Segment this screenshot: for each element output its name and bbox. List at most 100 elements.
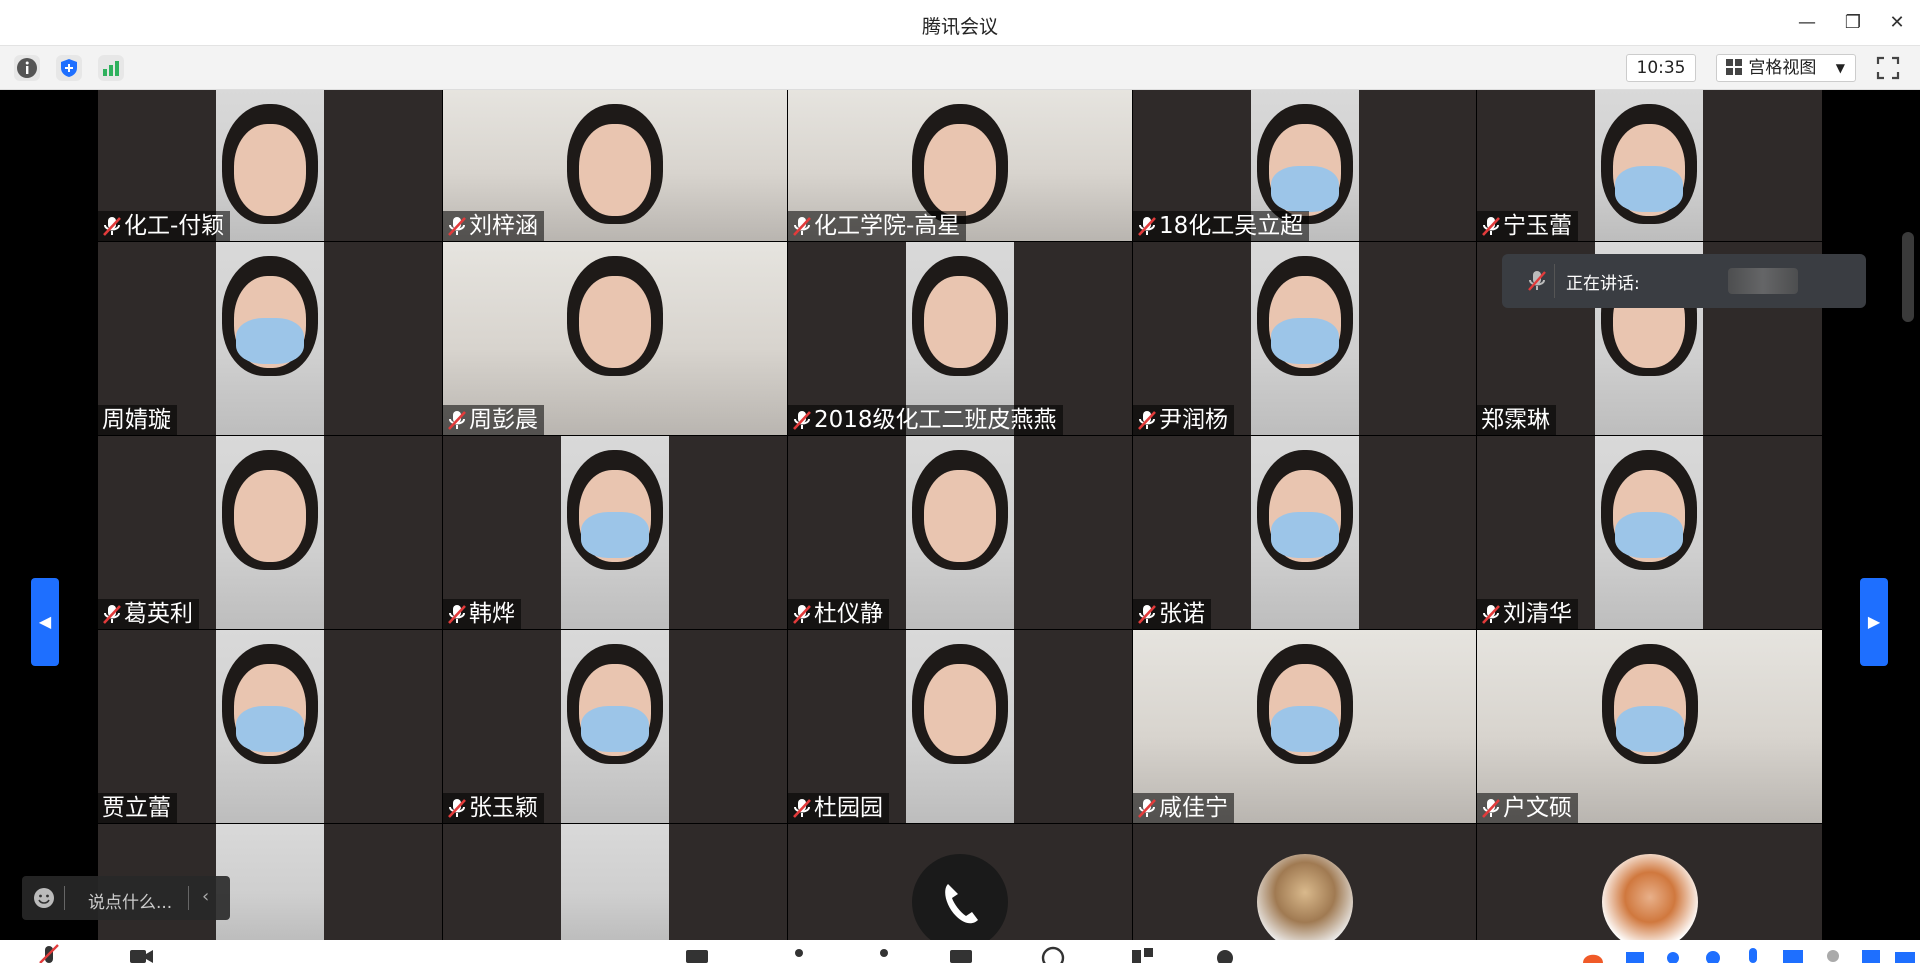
ime-toolbar-icons[interactable] bbox=[1892, 944, 1918, 963]
participant-tile[interactable]: 刘梓涵 bbox=[443, 90, 787, 241]
participant-tile[interactable]: 周彭晨 bbox=[443, 242, 787, 435]
chat-input-box[interactable]: 说点什么... ‹ bbox=[22, 876, 230, 920]
participant-tile[interactable]: 杜园园 bbox=[788, 630, 1132, 823]
prev-page-button[interactable]: ◀ bbox=[31, 578, 59, 666]
emoji-icon[interactable] bbox=[32, 886, 56, 910]
grid-view-icon bbox=[1726, 59, 1742, 75]
mic-icon[interactable] bbox=[36, 944, 62, 963]
participant-name-bar: 贾立蕾 bbox=[98, 793, 177, 823]
face-silhouette bbox=[924, 470, 996, 562]
participant-name-bar: 杜园园 bbox=[788, 793, 889, 823]
participant-tile[interactable]: 宁玉蕾 bbox=[1477, 90, 1822, 241]
participant-video bbox=[216, 436, 324, 629]
face-mask bbox=[1615, 512, 1683, 558]
participant-tile[interactable]: 杜仪静 bbox=[788, 436, 1132, 629]
mic-muted-icon bbox=[793, 605, 811, 624]
members-icon[interactable] bbox=[786, 944, 812, 963]
speaking-avatars bbox=[1728, 268, 1798, 294]
invite-icon[interactable] bbox=[872, 944, 898, 963]
participant-tile[interactable]: 贾立蕾 bbox=[98, 630, 442, 823]
settings-icon[interactable] bbox=[1212, 944, 1238, 963]
participant-name: 刘梓涵 bbox=[469, 213, 538, 239]
participant-name: 2018级化工二班皮燕燕 bbox=[814, 407, 1057, 433]
participant-name: 刘清华 bbox=[1503, 601, 1572, 627]
participant-video bbox=[1595, 90, 1703, 241]
ime-toolbar-icons[interactable] bbox=[1622, 944, 1648, 963]
apps-icon[interactable] bbox=[1130, 944, 1156, 963]
avatar bbox=[1256, 854, 1353, 940]
participant-tile[interactable]: 户文硕 bbox=[1477, 630, 1822, 823]
ime-toolbar-icons[interactable] bbox=[1780, 944, 1806, 963]
participant-tile[interactable]: 咸佳宁 bbox=[1133, 630, 1476, 823]
face-silhouette bbox=[924, 664, 996, 756]
mic-muted-icon bbox=[793, 411, 811, 430]
mic-muted-icon bbox=[793, 799, 811, 818]
participant-name-bar: 周彭晨 bbox=[443, 405, 544, 435]
participant-tile[interactable]: 尹润杨 bbox=[1133, 242, 1476, 435]
participant-name-bar: 尹润杨 bbox=[1133, 405, 1234, 435]
participant-name-bar: 葛英利 bbox=[98, 599, 199, 629]
minimize-button[interactable]: — bbox=[1792, 10, 1822, 36]
ime-toolbar-icons[interactable] bbox=[1820, 944, 1846, 963]
phone-icon bbox=[912, 854, 1008, 940]
mic-muted-icon bbox=[448, 605, 466, 624]
fullscreen-icon[interactable] bbox=[1876, 56, 1900, 80]
collapse-chat-icon[interactable]: ‹ bbox=[202, 886, 209, 907]
participant-tile[interactable]: 2018级化工二班皮燕燕 bbox=[788, 242, 1132, 435]
share-screen-icon[interactable] bbox=[684, 944, 710, 963]
restore-button[interactable]: ❐ bbox=[1838, 10, 1868, 36]
participant-tile[interactable]: 葛英利 bbox=[98, 436, 442, 629]
participant-video bbox=[216, 242, 324, 435]
participant-tile[interactable]: 18化工吴立超 bbox=[1133, 90, 1476, 241]
participant-name-bar: 2018级化工二班皮燕燕 bbox=[788, 405, 1063, 435]
signal-icon[interactable] bbox=[98, 55, 124, 81]
participant-tile[interactable] bbox=[788, 824, 1132, 940]
face-mask bbox=[1270, 706, 1339, 752]
participant-video bbox=[561, 436, 669, 629]
mic-muted-icon bbox=[1482, 799, 1500, 818]
face-mask bbox=[236, 318, 304, 364]
participant-tile[interactable]: 韩烨 bbox=[443, 436, 787, 629]
participant-name-bar: 18化工吴立超 bbox=[1133, 211, 1310, 241]
participant-tile[interactable] bbox=[1133, 824, 1476, 940]
info-icon[interactable] bbox=[14, 55, 40, 81]
camera-icon[interactable] bbox=[128, 944, 154, 963]
participant-tile[interactable] bbox=[443, 824, 787, 940]
face-mask bbox=[581, 512, 649, 558]
ime-toolbar-icons[interactable] bbox=[1700, 944, 1726, 963]
view-switch-button[interactable]: 宫格视图 ▼ bbox=[1716, 54, 1856, 82]
participant-tile[interactable]: 化工学院-高星 bbox=[788, 90, 1132, 241]
ime-toolbar-icons[interactable] bbox=[1740, 944, 1766, 963]
participant-name-bar: 杜仪静 bbox=[788, 599, 889, 629]
participant-name: 咸佳宁 bbox=[1159, 795, 1228, 821]
participant-name-bar: 刘梓涵 bbox=[443, 211, 544, 241]
participant-grid: 化工-付颖 刘梓涵 化工学院-高星 18化工吴立超 宁玉蕾周婧璇 周彭晨 2018级化工二班… bbox=[98, 90, 1822, 940]
participant-tile[interactable]: 刘清华 bbox=[1477, 436, 1822, 629]
participant-tile[interactable] bbox=[1477, 824, 1822, 940]
face-silhouette bbox=[234, 124, 306, 216]
next-page-button[interactable]: ▶ bbox=[1860, 578, 1888, 666]
participant-tile[interactable]: 化工-付颖 bbox=[98, 90, 442, 241]
mic-muted-icon bbox=[1138, 605, 1156, 624]
chat-icon[interactable] bbox=[948, 944, 974, 963]
participant-name: 化工学院-高星 bbox=[814, 213, 961, 239]
scroll-indicator[interactable] bbox=[1902, 232, 1914, 322]
face-mask bbox=[1271, 512, 1339, 558]
close-button[interactable]: ✕ bbox=[1882, 10, 1912, 36]
face-mask bbox=[1271, 166, 1339, 212]
participant-tile[interactable]: 张玉颖 bbox=[443, 630, 787, 823]
shield-icon[interactable] bbox=[56, 55, 82, 81]
record-icon[interactable] bbox=[1040, 944, 1066, 963]
mic-muted-icon bbox=[1482, 217, 1500, 236]
mic-muted-icon bbox=[448, 217, 466, 236]
participant-name: 周彭晨 bbox=[469, 407, 538, 433]
ime-toolbar-icons[interactable] bbox=[1660, 944, 1686, 963]
participant-name: 杜仪静 bbox=[814, 601, 883, 627]
participant-name-bar: 韩烨 bbox=[443, 599, 521, 629]
participant-video bbox=[561, 824, 669, 940]
participant-tile[interactable]: 周婧璇 bbox=[98, 242, 442, 435]
mic-muted-icon bbox=[1138, 411, 1156, 430]
face-silhouette bbox=[234, 470, 306, 562]
ime-toolbar-icons[interactable] bbox=[1858, 944, 1884, 963]
participant-tile[interactable]: 张诺 bbox=[1133, 436, 1476, 629]
